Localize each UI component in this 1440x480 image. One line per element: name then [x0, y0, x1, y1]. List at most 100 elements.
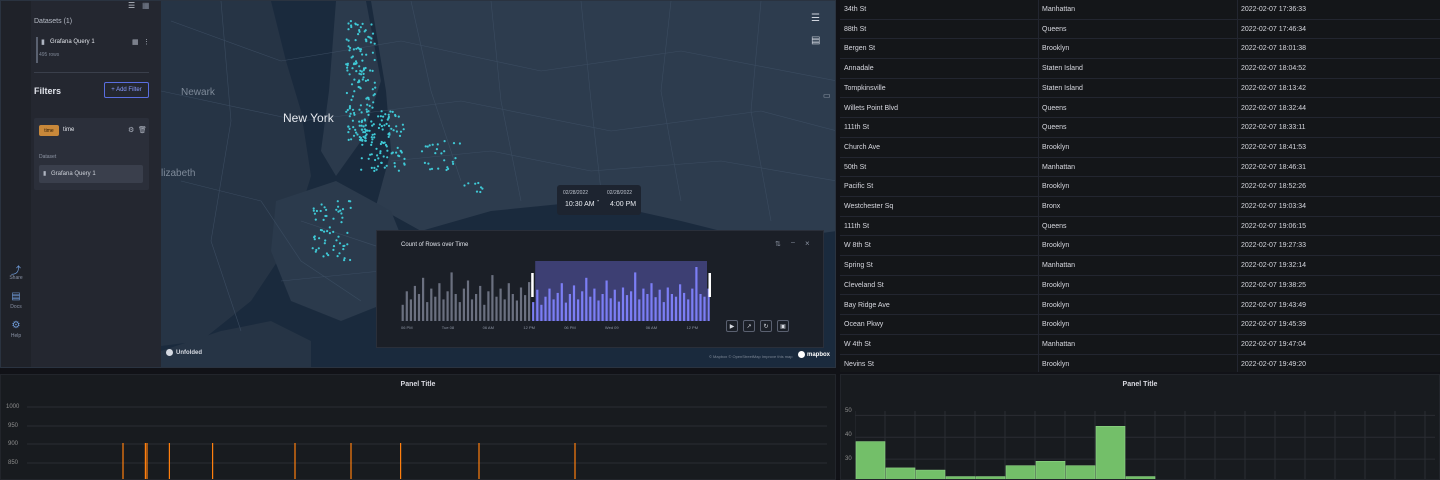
time-widget-expand-icon[interactable]: ⇅ [775, 240, 781, 248]
histogram-bar [499, 288, 502, 321]
cell-station: Church Ave [844, 143, 881, 151]
table-row[interactable]: Annadale Staten Island 2022-02-07 18:04:52 [840, 59, 1440, 79]
time-widget[interactable]: Count of Rows over Time ⇅ ‒ × 06 PM Tue 0… [376, 230, 824, 348]
time-widget-close-icon[interactable]: × [805, 239, 810, 248]
histogram-bar [601, 294, 604, 321]
y-tick-label: 950 [8, 423, 19, 429]
add-filter-button[interactable]: + Add Filter [104, 82, 149, 98]
table-row[interactable]: Tompkinsville Staten Island 2022-02-07 18:… [840, 79, 1440, 99]
dataset-table-icon[interactable]: ▦ [132, 38, 139, 46]
legend-icon[interactable]: ▤ [811, 35, 825, 47]
cell-borough: Staten Island [1042, 65, 1083, 73]
table-row[interactable]: 111th St Queens 2022-02-07 19:06:15 [840, 217, 1440, 237]
map-settings-icon[interactable]: ▭ [823, 91, 833, 101]
map-point [351, 67, 354, 70]
cell-station: Willets Point Blvd [844, 104, 899, 112]
help-icon[interactable]: ⚙ [9, 320, 23, 331]
table-row[interactable]: Bergen St Brooklyn 2022-02-07 18:01:38 [840, 39, 1440, 60]
table-panel: 34th St Manhattan 2022-02-07 17:36:33 88th … [840, 0, 1440, 372]
table-row[interactable]: 50th St Manhattan 2022-02-07 18:46:31 [840, 158, 1440, 178]
map-point [346, 66, 349, 69]
cell-time: 2022-02-07 19:06:15 [1241, 222, 1306, 230]
table-row[interactable]: 111th St Queens 2022-02-07 18:33:11 [840, 118, 1440, 138]
map-point [343, 259, 346, 262]
panel-title[interactable]: Panel Title [841, 381, 1439, 388]
histogram-bar [666, 287, 669, 321]
table-row[interactable]: Spring St Manhattan 2022-02-07 19:32:14 [840, 256, 1440, 276]
histogram-bar [609, 298, 612, 321]
map-point [362, 72, 365, 75]
table-row[interactable]: Nevins St Brooklyn 2022-02-07 19:49:20 [840, 355, 1440, 372]
map-point [352, 134, 356, 137]
time-histogram[interactable] [401, 257, 711, 321]
table-row[interactable]: Pacific St Brooklyn 2022-02-07 18:52:26 [840, 177, 1440, 197]
record-button[interactable]: ▣ [777, 320, 789, 332]
dataset-name[interactable]: Grafana Query 1 [50, 39, 95, 45]
dataset-more-icon[interactable]: ⋮ [143, 38, 150, 46]
filter-dataset-value: Grafana Query 1 [51, 171, 96, 177]
map-point [349, 258, 352, 262]
table-row[interactable]: Church Ave Brooklyn 2022-02-07 18:41:53 [840, 138, 1440, 158]
map-point [395, 151, 398, 154]
map-point [349, 112, 352, 115]
map-point [360, 124, 363, 127]
map-point [346, 69, 349, 72]
map-point [350, 56, 353, 59]
map-point [370, 23, 373, 26]
cell-borough: Brooklyn [1042, 183, 1070, 191]
map-point [370, 143, 373, 146]
bar [915, 469, 946, 479]
cell-time: 2022-02-07 19:27:33 [1241, 242, 1306, 250]
map-point [386, 156, 389, 159]
histogram-bar [605, 280, 608, 321]
filter-delete-icon[interactable]: 🗑 [138, 126, 147, 134]
docs-icon[interactable]: ▤ [9, 291, 23, 302]
video-icon: ▣ [780, 323, 786, 330]
map-point [430, 167, 434, 170]
table-row[interactable]: Willets Point Blvd Queens 2022-02-07 18:32… [840, 99, 1440, 119]
table-row[interactable]: Cleveland St Brooklyn 2022-02-07 19:38:25 [840, 276, 1440, 296]
map-point [427, 162, 430, 165]
table-row[interactable]: W 8th St Brooklyn 2022-02-07 19:27:33 [840, 236, 1440, 257]
cell-time: 2022-02-07 19:47:04 [1241, 340, 1306, 348]
table-row[interactable]: Bay Ridge Ave Brooklyn 2022-02-07 19:43:49 [840, 296, 1440, 316]
layers-icon[interactable]: ☰ [811, 13, 825, 25]
map-point [392, 129, 395, 132]
loop-button[interactable]: ↻ [760, 320, 772, 332]
map-point [351, 95, 354, 98]
table-row[interactable]: Ocean Pkwy Brooklyn 2022-02-07 19:45:39 [840, 315, 1440, 335]
map-point [343, 244, 346, 247]
time-tick-label: 06 AM [645, 325, 658, 330]
map-point [346, 243, 349, 246]
dataset-indicator [36, 37, 38, 63]
grid-view-icon[interactable]: ▦ [142, 1, 150, 10]
panel-title[interactable]: Panel Title [1, 381, 835, 388]
map-attribution[interactable]: © Mapbox © OpenStreetMap Improve this ma… [709, 354, 793, 359]
map-point [317, 247, 320, 250]
map-point [420, 150, 424, 153]
cell-time: 2022-02-07 18:46:31 [1241, 163, 1306, 171]
list-view-icon[interactable]: ☰ [128, 1, 135, 10]
table-row[interactable]: Westchester Sq Bronx 2022-02-07 19:03:34 [840, 197, 1440, 217]
map-point [374, 86, 377, 89]
map-point [349, 200, 352, 203]
play-button[interactable]: ▶ [726, 320, 738, 332]
table-row[interactable]: 88th St Queens 2022-02-07 17:46:34 [840, 20, 1440, 40]
filter-settings-icon[interactable]: ⚙ [128, 126, 134, 134]
map-point [353, 111, 356, 115]
table-row[interactable]: 34th St Manhattan 2022-02-07 17:36:33 [840, 0, 1440, 20]
table-row[interactable]: W 4th St Manhattan 2022-02-07 19:47:04 [840, 335, 1440, 355]
cell-time: 2022-02-07 19:45:39 [1241, 321, 1306, 329]
map-point [379, 115, 382, 118]
filter-field-name[interactable]: time [63, 127, 74, 133]
map-point [347, 22, 350, 25]
filter-dataset-select[interactable]: Grafana Query 1 [39, 165, 143, 183]
speed-button[interactable]: ↗ [743, 320, 755, 332]
histogram-bar [662, 302, 665, 321]
bar [885, 467, 916, 479]
cell-borough: Brooklyn [1042, 45, 1070, 53]
cell-station: 34th St [844, 6, 867, 13]
time-widget-minimize-icon[interactable]: ‒ [791, 239, 795, 246]
cell-borough: Brooklyn [1042, 321, 1070, 329]
map-point [328, 226, 331, 229]
